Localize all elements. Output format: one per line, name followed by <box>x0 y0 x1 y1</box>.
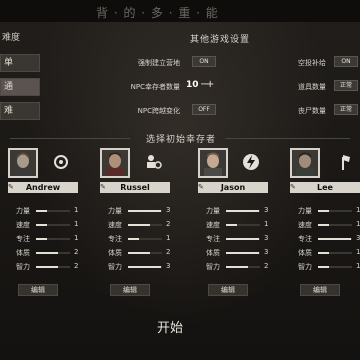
survivors-title: 选择初始幸存者 <box>146 135 217 145</box>
stat-row: 体质 3 <box>206 248 269 257</box>
portrait-russel[interactable] <box>100 148 130 178</box>
stat-row: 力量 1 <box>16 206 79 215</box>
items-amount-select[interactable]: 正常 <box>334 80 358 91</box>
screen-title: 背 · 的 · 多 · 重 · 能 <box>96 6 219 20</box>
pencil-icon: ✎ <box>198 183 204 191</box>
stat-row: 智力 2 <box>206 262 269 271</box>
pencil-icon: ✎ <box>290 183 296 191</box>
airdrop-toggle[interactable]: ON <box>334 56 358 67</box>
stat-row: 速度 1 <box>16 220 79 229</box>
lightning-icon <box>242 153 260 171</box>
difficulty-option-2[interactable]: 通 <box>0 78 40 96</box>
difficulty-option-1[interactable]: 单 <box>0 54 40 72</box>
stat-row: 体质 2 <box>16 248 79 257</box>
survivor-name-lee[interactable]: Lee <box>290 182 360 193</box>
setting-label-items: 道具数量 <box>298 83 326 91</box>
edit-button-lee[interactable]: 编辑 <box>300 284 340 296</box>
stat-row: 智力 3 <box>108 262 171 271</box>
difficulty-panel: 难度 单 通 难 <box>0 22 46 132</box>
divider-right <box>225 138 350 139</box>
edit-button-andrew[interactable]: 编辑 <box>18 284 58 296</box>
stat-row: 速度 1 <box>298 220 360 229</box>
gear-cog-icon <box>52 153 70 171</box>
top-bar: 背 · 的 · 多 · 重 · 能 <box>0 0 360 22</box>
zombies-amount-select[interactable]: 正常 <box>334 104 358 115</box>
survivor-card-lee[interactable]: Lee ✎ 力量 1 速度 1 专注 3 体质 1 智力 1 编辑 <box>290 148 360 298</box>
axe-icon <box>334 153 352 171</box>
survivor-card-jason[interactable]: Jason ✎ 力量 3 速度 1 专注 3 体质 3 智力 2 编辑 <box>198 148 278 298</box>
camp-toggle[interactable]: ON <box>192 56 216 67</box>
setting-label-npc-change: NPC跨越变化 <box>137 107 180 115</box>
setting-label-camp: 强制建立营地 <box>138 59 180 67</box>
setting-label-airdrop: 空投补给 <box>298 59 326 67</box>
pencil-icon: ✎ <box>8 183 14 191</box>
portrait-lee[interactable] <box>290 148 320 178</box>
portrait-andrew[interactable] <box>8 148 38 178</box>
setting-label-zombies: 丧尸数量 <box>298 107 326 115</box>
stat-row: 体质 2 <box>108 248 171 257</box>
stat-row: 速度 2 <box>108 220 171 229</box>
portrait-jason[interactable] <box>198 148 228 178</box>
start-button[interactable]: 开始 <box>145 318 195 340</box>
npc-count-value: 10 <box>186 80 199 90</box>
edit-button-russel[interactable]: 编辑 <box>110 284 150 296</box>
survivor-name-russel[interactable]: Russel <box>100 182 170 193</box>
person-gear-icon <box>144 153 162 171</box>
setting-label-npc-count: NPC幸存者数量 <box>130 83 180 91</box>
stat-row: 专注 3 <box>206 234 269 243</box>
stat-row: 专注 3 <box>298 234 360 243</box>
pencil-icon: ✎ <box>100 183 106 191</box>
survivor-name-andrew[interactable]: Andrew <box>8 182 78 193</box>
stat-row: 力量 1 <box>298 206 360 215</box>
npc-count-plus[interactable]: + <box>206 79 214 90</box>
difficulty-title: 难度 <box>2 33 21 43</box>
stat-row: 智力 1 <box>298 262 360 271</box>
other-settings-title: 其他游戏设置 <box>190 35 251 45</box>
divider-left <box>10 138 130 139</box>
stat-row: 专注 1 <box>108 234 171 243</box>
survivor-card-russel[interactable]: Russel ✎ 力量 3 速度 2 专注 1 体质 2 智力 3 编辑 <box>100 148 180 298</box>
stat-row: 力量 3 <box>206 206 269 215</box>
stat-row: 体质 1 <box>298 248 360 257</box>
stat-row: 速度 1 <box>206 220 269 229</box>
survivor-card-andrew[interactable]: Andrew ✎ 力量 1 速度 1 专注 1 体质 2 智力 2 编辑 <box>8 148 88 298</box>
survivor-name-jason[interactable]: Jason <box>198 182 268 193</box>
stat-row: 专注 1 <box>16 234 79 243</box>
difficulty-option-3[interactable]: 难 <box>0 102 40 120</box>
edit-button-jason[interactable]: 编辑 <box>208 284 248 296</box>
npc-change-toggle[interactable]: OFF <box>192 104 216 115</box>
stat-row: 力量 3 <box>108 206 171 215</box>
stat-row: 智力 2 <box>16 262 79 271</box>
